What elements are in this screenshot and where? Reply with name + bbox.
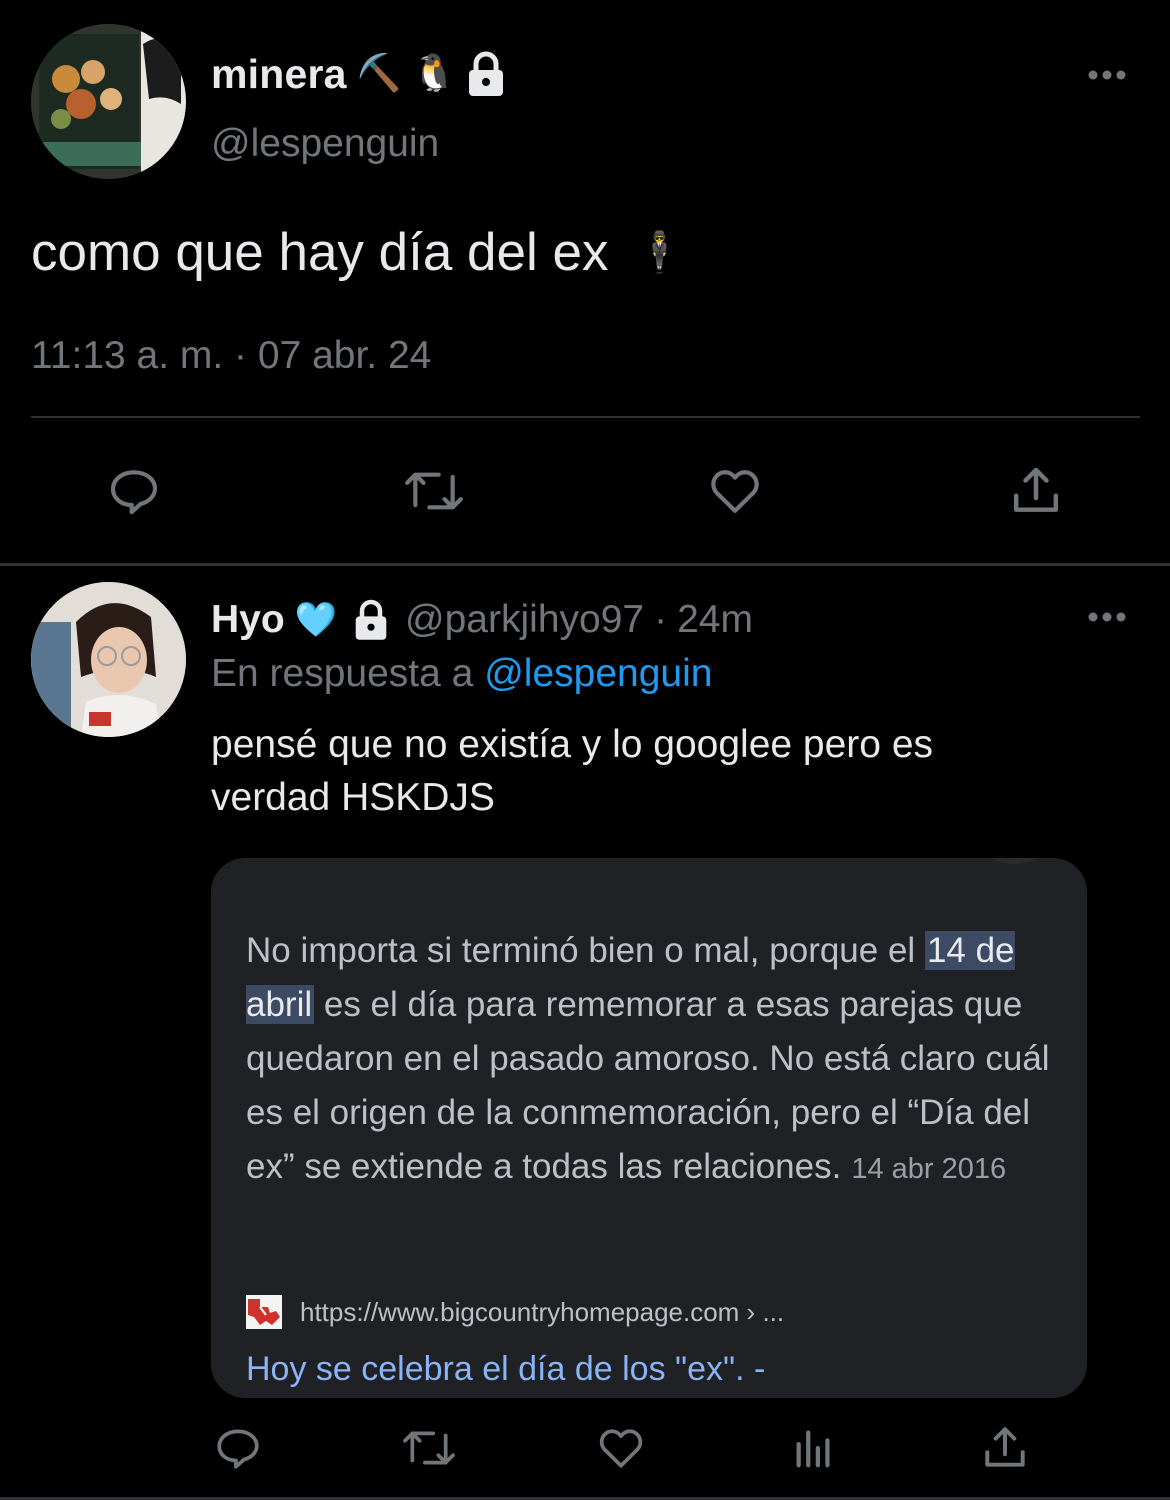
card-edge [985,858,1043,864]
attached-image[interactable]: No importa si terminó bien o mal, porque… [211,858,1087,1398]
reply-handle[interactable]: @parkjihyo97 [405,598,644,642]
site-favicon-icon [246,1295,282,1329]
views-icon [796,1430,830,1468]
author-avatar[interactable] [31,24,186,179]
reply-text-line: verdad HSKDJS [211,776,495,819]
search-snippet: No importa si terminó bien o mal, porque… [246,924,1061,1196]
share-button[interactable] [1003,458,1069,524]
reply-body: pensé que no existía y lo googlee pero e… [211,718,1111,824]
separator: · [654,598,668,641]
lock-icon [469,51,504,96]
penguin-emoji: 🐧 [411,53,457,94]
reply-icon [110,470,158,515]
replying-to: En respuesta a @lespenguin [211,652,712,696]
like-button[interactable] [702,458,768,524]
replying-to-mention[interactable]: @lespenguin [484,652,712,695]
lock-icon [355,599,387,640]
reply-author-avatar[interactable] [31,582,186,737]
pick-emoji: ⛏️ [356,53,402,94]
retweet-icon [403,1431,455,1465]
reply-button[interactable] [101,458,167,524]
author-name-row: minera ⛏️ 🐧 [211,44,506,104]
author-display-name[interactable]: minera [211,51,347,98]
tweet-text: como que hay día del ex [31,223,609,282]
result-source: https://www.bigcountryhomepage.com › ... [246,1295,784,1329]
divider [0,563,1170,566]
share-icon [1013,467,1059,512]
reply-header: Hyo 🩵 @parkjihyo97 · 24m [211,592,753,648]
tweet-body: como que hay día del ex 🕴️ [31,222,684,283]
snippet-date: 14 abr 2016 [851,1153,1007,1185]
like-icon [711,470,759,513]
light-blue-heart-emoji: 🩵 [294,600,338,640]
retweet-button[interactable] [398,458,470,524]
more-options-icon[interactable] [1087,611,1127,623]
result-title: Hoy se celebra el día de los "ex". - [246,1350,766,1388]
retweet-icon [405,472,463,510]
reply-display-name[interactable]: Hyo [211,598,285,642]
like-button[interactable] [591,1418,651,1478]
retweet-button[interactable] [397,1418,461,1478]
divider [31,416,1140,418]
share-button[interactable] [975,1418,1035,1478]
reply-icon [217,1429,259,1469]
share-icon [985,1427,1025,1467]
replying-to-label: En respuesta a [211,652,474,695]
reply-button[interactable] [208,1418,268,1478]
reply-text-line: pensé que no existía y lo googlee pero e… [211,723,934,766]
tweet-timestamp[interactable]: 11:13 a. m. · 07 abr. 24 [31,334,431,378]
more-options-icon[interactable] [1087,69,1127,81]
reply-time[interactable]: 24m [677,598,753,642]
author-handle[interactable]: @lespenguin [211,122,439,166]
snippet-text: No importa si terminó bien o mal, porque… [246,931,925,970]
views-button[interactable] [784,1418,844,1478]
levitating-man-emoji: 🕴️ [634,229,685,276]
like-icon [599,1429,643,1468]
result-url: https://www.bigcountryhomepage.com › ... [300,1296,785,1327]
tweet-thread: minera ⛏️ 🐧 @lespenguin como que hay día… [0,0,1170,1500]
